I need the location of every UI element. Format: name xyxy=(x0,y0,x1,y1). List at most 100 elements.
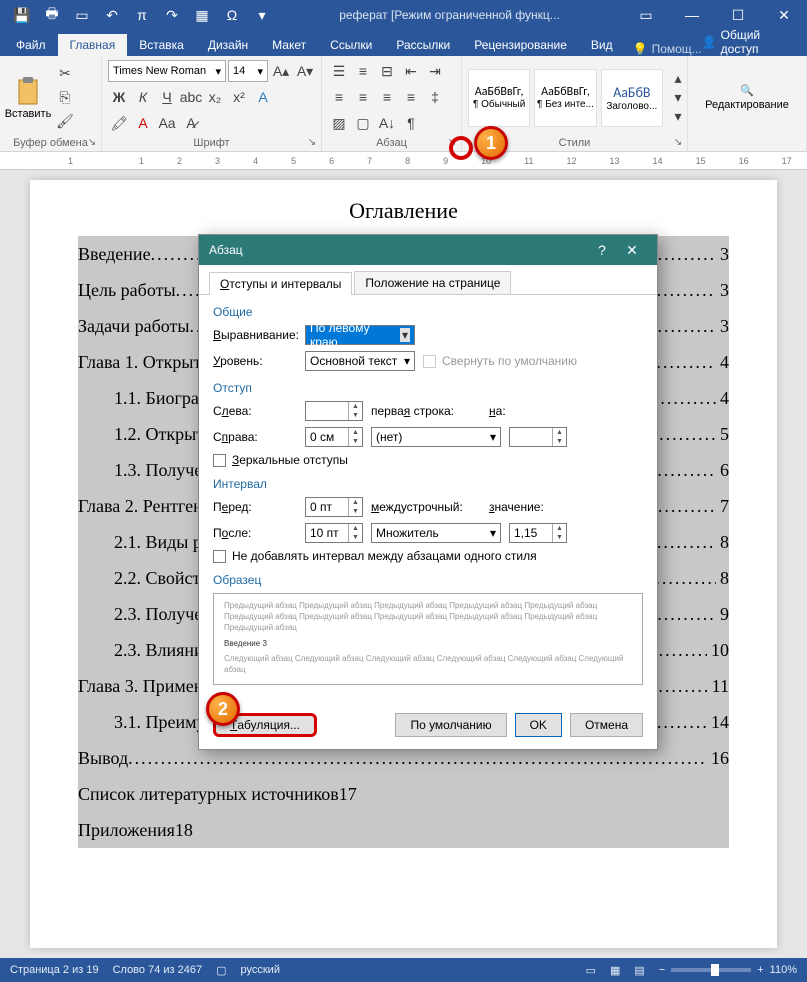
bullets-icon[interactable]: ☰ xyxy=(328,60,350,82)
table-icon[interactable]: ▦ xyxy=(188,2,216,28)
style-nospacing[interactable]: АаБбВвГг,¶ Без инте... xyxy=(534,69,596,127)
clipboard-launcher[interactable]: ↘ xyxy=(85,135,99,149)
alignment-combo[interactable]: По левому краю▾ xyxy=(305,325,415,345)
tab-layout[interactable]: Макет xyxy=(260,34,318,56)
zoom-slider[interactable] xyxy=(671,968,751,972)
indent-right-spin[interactable]: 0 см▲▼ xyxy=(305,427,363,447)
at-spin[interactable]: 1,15▲▼ xyxy=(509,523,567,543)
zoom-level[interactable]: 110% xyxy=(770,964,797,976)
subscript-icon[interactable]: x₂ xyxy=(204,86,226,108)
status-page[interactable]: Страница 2 из 19 xyxy=(10,964,99,976)
line-spacing-icon[interactable]: ‡ xyxy=(424,86,446,108)
toc-line[interactable]: Приложения18 xyxy=(78,812,729,848)
view-web-icon[interactable]: ▤ xyxy=(634,964,644,977)
minimize-button[interactable]: — xyxy=(669,0,715,30)
status-lang[interactable]: русский xyxy=(241,964,280,976)
strike-icon[interactable]: abc xyxy=(180,86,202,108)
view-print-icon[interactable]: ▦ xyxy=(610,964,620,977)
numbering-icon[interactable]: ≡ xyxy=(352,60,374,82)
close-button[interactable]: ✕ xyxy=(761,0,807,30)
save-icon[interactable]: 💾 xyxy=(8,2,36,28)
font-color-icon[interactable]: A xyxy=(132,112,154,134)
underline-icon[interactable]: Ч xyxy=(156,86,178,108)
firstline-combo[interactable]: (нет)▾ xyxy=(371,427,501,447)
cancel-button[interactable]: Отмена xyxy=(570,713,643,737)
superscript-icon[interactable]: x² xyxy=(228,86,250,108)
cut-icon[interactable]: ✂ xyxy=(54,63,76,85)
help-button[interactable]: ? xyxy=(587,242,617,258)
bold-icon[interactable]: Ж xyxy=(108,86,130,108)
tab-design[interactable]: Дизайн xyxy=(196,34,260,56)
editing-button[interactable]: 🔍 Редактирование xyxy=(705,65,789,131)
dialog-titlebar[interactable]: Абзац ? ✕ xyxy=(199,235,657,265)
tab-mailings[interactable]: Рассылки xyxy=(384,34,462,56)
tab-view[interactable]: Вид xyxy=(579,34,625,56)
styles-launcher[interactable]: ↘ xyxy=(671,135,685,149)
increase-indent-icon[interactable]: ⇥ xyxy=(424,60,446,82)
level-combo[interactable]: Основной текст▾ xyxy=(305,351,415,371)
style-normal[interactable]: АаБбВвГг,¶ Обычный xyxy=(468,69,530,127)
shrink-font-icon[interactable]: A▾ xyxy=(294,60,316,82)
multilevel-icon[interactable]: ⊟ xyxy=(376,60,398,82)
tell-me[interactable]: 💡 Помощ... xyxy=(633,42,702,56)
share-button[interactable]: 👤 Общий доступ xyxy=(702,28,795,56)
indent-by-spin[interactable]: ▲▼ xyxy=(509,427,567,447)
undo-icon[interactable]: ↶ xyxy=(98,2,126,28)
paste-button[interactable]: Вставить xyxy=(6,65,50,131)
maximize-button[interactable]: ☐ xyxy=(715,0,761,30)
zoom-in-button[interactable]: + xyxy=(757,964,763,976)
redo-icon[interactable]: ↷ xyxy=(158,2,186,28)
justify-icon[interactable]: ≡ xyxy=(400,86,422,108)
font-size-combo[interactable]: 14▾ xyxy=(228,60,268,82)
qat-dropdown-icon[interactable]: ▾ xyxy=(248,2,276,28)
show-marks-icon[interactable]: ¶ xyxy=(400,112,422,134)
clear-format-icon[interactable]: A̷ xyxy=(180,112,202,134)
grow-font-icon[interactable]: A▴ xyxy=(270,60,292,82)
before-spin[interactable]: 0 пт▲▼ xyxy=(305,497,363,517)
tab-insert[interactable]: Вставка xyxy=(127,34,196,56)
styles-more-icon[interactable]: ▾ xyxy=(667,108,689,126)
align-left-icon[interactable]: ≡ xyxy=(328,86,350,108)
text-effects-icon[interactable]: A xyxy=(252,86,274,108)
symbol-icon[interactable]: Ω xyxy=(218,2,246,28)
style-heading1[interactable]: АаБбВЗаголово... xyxy=(601,69,663,127)
ok-button[interactable]: OK xyxy=(515,713,562,737)
tab-position[interactable]: Положение на странице xyxy=(354,271,511,294)
tab-indents[interactable]: Отступы и интервалы xyxy=(209,272,352,295)
default-button[interactable]: По умолчанию xyxy=(395,713,506,737)
tab-review[interactable]: Рецензирование xyxy=(462,34,579,56)
toc-line[interactable]: Список литературных источников17 xyxy=(78,776,729,812)
mirror-checkbox[interactable] xyxy=(213,454,226,467)
highlight-icon[interactable]: 🖍 xyxy=(108,112,130,134)
view-read-icon[interactable]: ▭ xyxy=(586,964,596,977)
tab-home[interactable]: Главная xyxy=(58,34,128,56)
print-icon[interactable]: 🖶 xyxy=(38,2,66,28)
spellcheck-icon[interactable]: ▢ xyxy=(216,964,226,977)
ribbon-options-icon[interactable]: ▭ xyxy=(623,0,669,30)
borders-icon[interactable]: ▢ xyxy=(352,112,374,134)
after-spin[interactable]: 10 пт▲▼ xyxy=(305,523,363,543)
font-name-combo[interactable]: Times New Roman▾ xyxy=(108,60,226,82)
shading-icon[interactable]: ▨ xyxy=(328,112,350,134)
tab-references[interactable]: Ссылки xyxy=(318,34,384,56)
linespacing-combo[interactable]: Множитель▾ xyxy=(371,523,501,543)
copy-icon[interactable]: ⎘ xyxy=(54,87,76,109)
change-case-icon[interactable]: Aa xyxy=(156,112,178,134)
status-words[interactable]: Слово 74 из 2467 xyxy=(113,964,203,976)
decrease-indent-icon[interactable]: ⇤ xyxy=(400,60,422,82)
align-center-icon[interactable]: ≡ xyxy=(352,86,374,108)
font-launcher[interactable]: ↘ xyxy=(305,135,319,149)
indent-left-spin[interactable]: ▲▼ xyxy=(305,401,363,421)
align-right-icon[interactable]: ≡ xyxy=(376,86,398,108)
dialog-close-button[interactable]: ✕ xyxy=(617,242,647,259)
nospace-checkbox[interactable] xyxy=(213,550,226,563)
zoom-out-button[interactable]: − xyxy=(659,964,665,976)
ruler[interactable]: 11234567891011121314151617 xyxy=(0,152,807,170)
styles-down-icon[interactable]: ▾ xyxy=(667,89,689,107)
italic-icon[interactable]: К xyxy=(132,86,154,108)
tab-file[interactable]: Файл xyxy=(4,34,58,56)
format-painter-icon[interactable]: 🖌 xyxy=(54,111,76,133)
styles-up-icon[interactable]: ▴ xyxy=(667,70,689,88)
sort-icon[interactable]: A↓ xyxy=(376,112,398,134)
doc-icon[interactable]: ▭ xyxy=(68,2,96,28)
